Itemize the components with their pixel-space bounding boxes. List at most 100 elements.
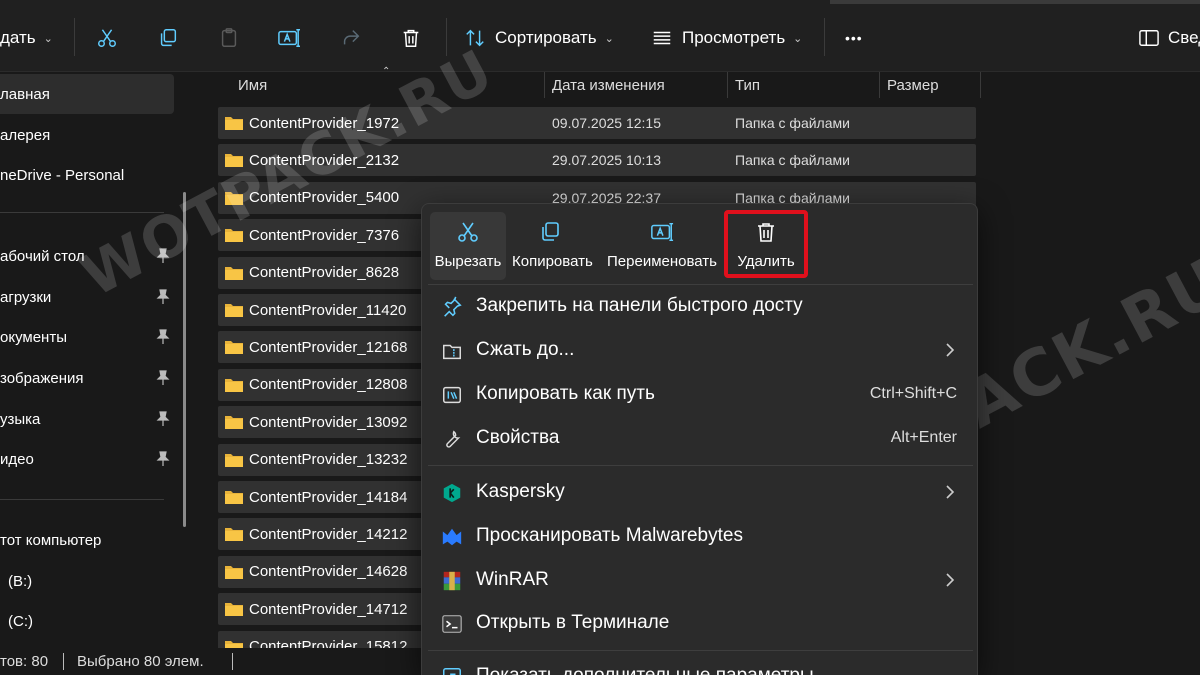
cut-icon bbox=[458, 222, 478, 242]
context-menu: Вырезать Копировать Переименовать Удалит… bbox=[421, 203, 978, 675]
malwarebytes-icon bbox=[442, 528, 462, 546]
nav-item-home[interactable]: лавная bbox=[0, 74, 174, 114]
copy-button-label: Копировать bbox=[512, 253, 593, 270]
table-row[interactable]: ContentProvider_1972 09.07.2025 12:15 Папк… bbox=[218, 107, 976, 139]
copy-icon[interactable] bbox=[154, 24, 182, 52]
column-header-date[interactable]: Дата изменения bbox=[552, 72, 665, 98]
folder-icon bbox=[225, 191, 243, 205]
highlight-annotation bbox=[724, 210, 808, 278]
menu-separator bbox=[428, 465, 973, 466]
menu-item-open-terminal[interactable]: Открыть в Терминале bbox=[422, 603, 977, 643]
column-divider[interactable] bbox=[879, 72, 880, 98]
file-name: ContentProvider_2132 bbox=[249, 151, 400, 169]
nav-item-label: neDrive - Personal bbox=[0, 166, 125, 184]
sort-button[interactable]: Сортировать ⌄ bbox=[464, 22, 614, 54]
new-button[interactable]: дать ⌄ bbox=[0, 22, 53, 54]
selected-count: Выбрано 80 элем. bbox=[77, 653, 204, 670]
file-name: ContentProvider_7376 bbox=[249, 226, 400, 244]
cut-icon[interactable] bbox=[93, 24, 121, 52]
paste-icon[interactable] bbox=[215, 24, 243, 52]
column-header-name[interactable]: Имя bbox=[238, 72, 267, 98]
file-name: ContentProvider_11420 bbox=[249, 301, 407, 319]
nav-item-drive-c[interactable]: (C:) bbox=[0, 601, 174, 641]
menu-item-malwarebytes[interactable]: Просканировать Malwarebytes bbox=[422, 516, 977, 556]
folder-icon bbox=[225, 565, 243, 579]
column-divider[interactable] bbox=[544, 72, 545, 98]
share-icon[interactable] bbox=[337, 24, 365, 52]
menu-separator bbox=[428, 650, 973, 651]
menu-item-copy-as-path[interactable]: Копировать как путь Ctrl+Shift+C bbox=[422, 374, 977, 414]
copy-button[interactable]: Копировать bbox=[512, 212, 593, 280]
pin-icon[interactable] bbox=[156, 451, 170, 467]
more-options-label: ••• bbox=[845, 30, 863, 46]
menu-item-label: WinRAR bbox=[476, 569, 549, 590]
menu-item-shortcut: Ctrl+Shift+C bbox=[869, 385, 957, 402]
column-header-size[interactable]: Размер bbox=[887, 72, 939, 98]
file-name: ContentProvider_5400 bbox=[249, 189, 400, 207]
rename-icon bbox=[651, 222, 674, 242]
table-row[interactable]: ContentProvider_2132 29.07.2025 10:13 Папк… bbox=[218, 144, 976, 177]
folder-icon bbox=[225, 154, 243, 168]
menu-item-label: Просканировать Malwarebytes bbox=[476, 525, 743, 546]
terminal-icon bbox=[442, 615, 462, 633]
folder-icon bbox=[225, 528, 243, 542]
menu-item-winrar[interactable]: WinRAR bbox=[422, 560, 977, 600]
nav-item-label: зображения bbox=[0, 369, 84, 387]
menu-item-label: Показать дополнительные параметры bbox=[476, 656, 814, 675]
file-name: ContentProvider_13232 bbox=[249, 451, 408, 469]
cut-button-label: Вырезать bbox=[434, 253, 502, 270]
folder-icon bbox=[225, 304, 243, 317]
column-header-type[interactable]: Тип bbox=[735, 72, 760, 98]
file-date: 29.07.2025 10:13 bbox=[552, 152, 661, 169]
nav-scrollbar[interactable] bbox=[183, 192, 186, 527]
column-divider[interactable] bbox=[727, 72, 728, 98]
column-divider[interactable] bbox=[980, 72, 981, 98]
cut-button[interactable]: Вырезать bbox=[430, 212, 506, 280]
folder-icon bbox=[225, 603, 243, 617]
menu-item-label: Копировать как путь bbox=[476, 383, 655, 404]
more-options-icon bbox=[443, 668, 461, 675]
nav-item-label: агрузки bbox=[0, 288, 52, 306]
view-button[interactable]: Просмотреть ⌄ bbox=[651, 22, 802, 54]
navigation-pane: лавная алерея neDrive - Personal абочий … bbox=[0, 72, 196, 648]
nav-item-videos[interactable]: идео bbox=[0, 439, 174, 479]
more-options-button[interactable]: ••• bbox=[845, 22, 863, 54]
pin-icon[interactable] bbox=[156, 248, 170, 264]
details-pane-button[interactable]: Свед bbox=[1138, 22, 1200, 54]
sort-button-label: Сортировать bbox=[495, 28, 597, 47]
nav-item-pictures[interactable]: зображения bbox=[0, 358, 174, 398]
pin-icon[interactable] bbox=[156, 289, 170, 305]
chevron-down-icon: ⌄ bbox=[604, 32, 614, 45]
toolbar-separator bbox=[446, 18, 447, 56]
nav-item-onedrive[interactable]: neDrive - Personal bbox=[0, 155, 174, 195]
column-header-label: Тип bbox=[735, 76, 761, 94]
menu-item-properties[interactable]: Свойства Alt+Enter bbox=[422, 418, 977, 458]
file-name: ContentProvider_1972 bbox=[249, 114, 400, 132]
nav-item-gallery[interactable]: алерея bbox=[0, 115, 174, 155]
new-button-label: дать bbox=[0, 28, 36, 47]
file-name: ContentProvider_14184 bbox=[249, 488, 408, 506]
folder-icon bbox=[225, 378, 243, 392]
nav-item-desktop[interactable]: абочий стол bbox=[0, 236, 174, 276]
pin-icon[interactable] bbox=[156, 329, 170, 345]
title-bar-accent bbox=[830, 0, 1200, 4]
pin-icon[interactable] bbox=[156, 370, 170, 386]
pin-icon[interactable] bbox=[156, 411, 170, 427]
menu-item-compress[interactable]: Сжать до... bbox=[422, 330, 977, 370]
nav-item-downloads[interactable]: агрузки bbox=[0, 277, 174, 317]
rename-button[interactable]: Переименовать bbox=[607, 212, 717, 280]
command-bar: дать ⌄ Сортировать ⌄ Просмотреть ⌄ ••• С… bbox=[0, 0, 1200, 72]
chevron-right-icon bbox=[946, 343, 955, 357]
nav-item-this-pc[interactable]: тот компьютер bbox=[0, 520, 174, 560]
menu-item-show-more-options[interactable]: Показать дополнительные параметры bbox=[422, 656, 977, 675]
rename-icon[interactable] bbox=[275, 24, 303, 52]
file-date: 09.07.2025 12:15 bbox=[552, 115, 661, 131]
menu-item-pin-quick-access[interactable]: Закрепить на панели быстрого досту bbox=[422, 286, 977, 326]
nav-item-music[interactable]: узыка bbox=[0, 399, 174, 439]
wrench-icon bbox=[446, 430, 461, 448]
status-separator bbox=[232, 653, 233, 670]
menu-item-kaspersky[interactable]: Kaspersky bbox=[422, 472, 977, 512]
delete-icon[interactable] bbox=[397, 24, 425, 52]
nav-item-documents[interactable]: окументы bbox=[0, 317, 174, 357]
nav-item-drive-b[interactable]: (B:) bbox=[0, 561, 174, 601]
